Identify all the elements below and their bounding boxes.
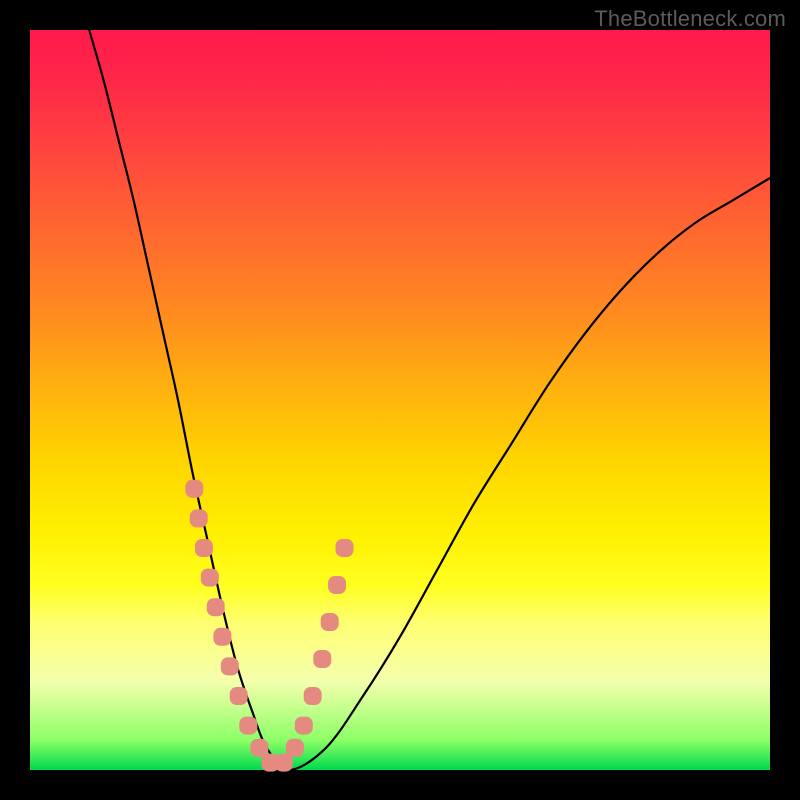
data-point (207, 598, 225, 616)
data-point (213, 628, 231, 646)
data-point (239, 717, 257, 735)
data-point (221, 657, 239, 675)
bottleneck-curve (89, 30, 770, 770)
data-point (286, 739, 304, 757)
data-point (321, 613, 339, 631)
data-point (304, 687, 322, 705)
watermark-text: TheBottleneck.com (594, 6, 786, 32)
curve-layer (89, 30, 770, 770)
marker-layer (185, 480, 353, 772)
data-point (313, 650, 331, 668)
chart-svg (30, 30, 770, 770)
data-point (328, 576, 346, 594)
data-point (336, 539, 354, 557)
data-point (190, 509, 208, 527)
data-point (195, 539, 213, 557)
data-point (230, 687, 248, 705)
plot-area (30, 30, 770, 770)
data-point (295, 717, 313, 735)
data-point (185, 480, 203, 498)
data-point (250, 739, 268, 757)
data-point (201, 569, 219, 587)
chart-frame: TheBottleneck.com (0, 0, 800, 800)
data-point (275, 754, 293, 772)
